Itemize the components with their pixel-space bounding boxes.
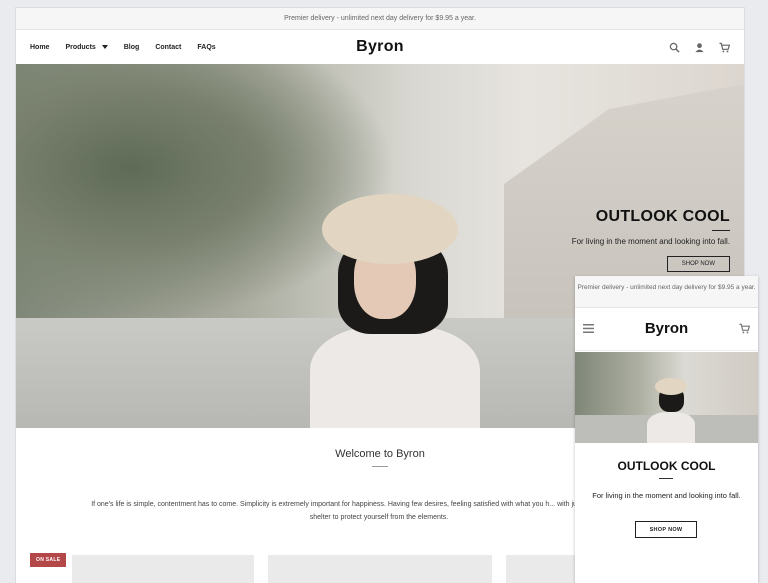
mobile-hero-model-body [647, 412, 695, 443]
announcement-bar: Premier delivery - unlimited next day de… [16, 8, 744, 30]
site-header: Home Products Blog Contact FAQs Byron [16, 30, 744, 66]
header-icons [669, 30, 730, 65]
shop-now-button[interactable]: SHOP NOW [666, 256, 730, 272]
mobile-logo[interactable]: Byron [575, 320, 758, 337]
cart-icon[interactable] [719, 42, 730, 53]
hero-model-body [310, 326, 480, 428]
hero-title: OUTLOOK COOL [595, 208, 730, 225]
cart-icon[interactable] [739, 323, 750, 334]
mobile-hero-divider [659, 478, 673, 479]
mobile-header: Byron [575, 308, 758, 351]
product-card[interactable] [72, 555, 254, 583]
search-icon[interactable] [669, 42, 680, 53]
welcome-divider [372, 466, 388, 467]
mobile-announcement-bar: Premier delivery - unlimited next day de… [575, 276, 758, 308]
mobile-hero-subtitle: For living in the moment and looking int… [592, 491, 741, 500]
site-logo[interactable]: Byron [16, 38, 744, 56]
mobile-preview: Premier delivery - unlimited next day de… [575, 276, 758, 583]
mobile-hero-title: OUTLOOK COOL [617, 459, 716, 473]
product-card[interactable] [268, 555, 492, 583]
hero-subtitle: For living in the moment and looking int… [571, 237, 730, 246]
mobile-hero-model-hat [655, 378, 687, 395]
hero-model-hat [322, 194, 458, 264]
on-sale-badge: ON SALE [30, 553, 67, 567]
hero-divider [712, 230, 730, 231]
mobile-hero-image [575, 352, 758, 443]
mobile-shop-now-button[interactable]: SHOP NOW [635, 521, 697, 538]
hero-text: OUTLOOK COOL For living in the moment an… [510, 208, 730, 272]
account-icon[interactable] [694, 42, 705, 53]
